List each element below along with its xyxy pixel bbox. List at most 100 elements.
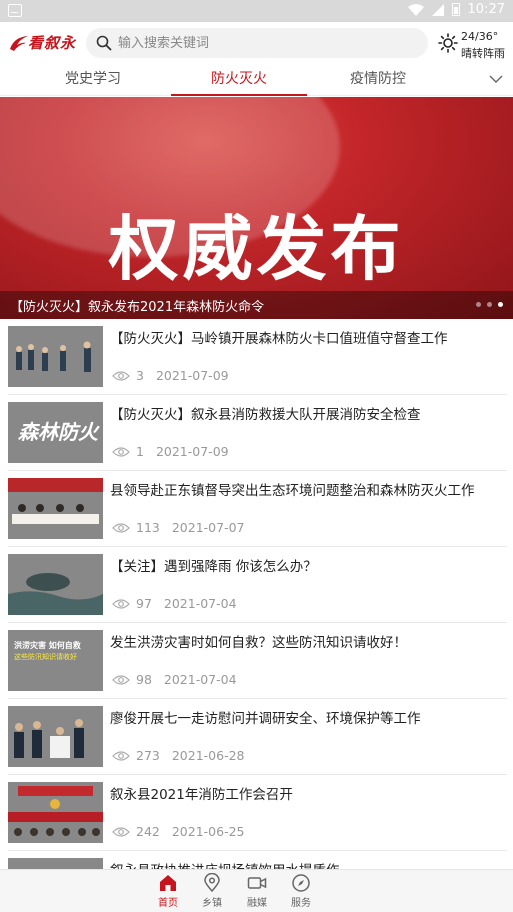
news-meta: 273 2021-06-28 <box>112 748 245 763</box>
logo-text: 看叙永 <box>28 34 77 52</box>
banner-headline: 权威发布 <box>108 208 405 290</box>
app-logo[interactable]: 看叙永 <box>8 30 80 56</box>
view-count: 98 <box>136 672 152 687</box>
news-item[interactable]: 洪涝灾害 如何自救 这些防汛知识请收好 发生洪涝灾害时如何自救？这些防汛知识请收… <box>0 623 513 699</box>
publish-date: 2021-07-09 <box>155 444 229 459</box>
weather-condition: 晴转阵雨 <box>461 47 505 60</box>
bottom-navigation: 首页 乡镇 融媒 服务 <box>0 869 513 912</box>
news-thumbnail <box>8 554 103 615</box>
battery-icon <box>451 3 460 16</box>
publish-date: 2021-07-07 <box>171 520 245 535</box>
news-item[interactable]: 叙永县政协推进庙坝场镇饮用水提质作 <box>0 851 513 869</box>
news-item[interactable]: 【防火灭火】马岭镇开展森林防火卡口值班值守督查工作 3 2021-07-09 <box>0 319 513 395</box>
news-item[interactable]: 叙永县2021年消防工作会召开 242 2021-06-25 <box>0 775 513 851</box>
view-count: 1 <box>136 444 144 459</box>
eye-icon <box>112 674 130 685</box>
news-title: 【防火灭火】叙永县消防救援大队开展消防安全检查 <box>110 407 421 423</box>
nav-label: 乡镇 <box>202 898 222 909</box>
view-count: 242 <box>136 824 160 839</box>
news-meta: 3 2021-07-09 <box>112 368 229 383</box>
conference-photo <box>8 786 103 836</box>
nav-services[interactable]: 服务 <box>281 873 321 909</box>
search-icon <box>96 35 112 51</box>
tab-fire-prevention[interactable]: 防火灭火 <box>171 64 307 96</box>
home-icon <box>160 875 176 891</box>
news-title: 【关注】遇到强降雨 你该怎么办？ <box>110 559 317 575</box>
tab-party-history[interactable]: 党史学习 <box>18 64 168 95</box>
news-title: 县领导赴正东镇督导突出生态环境问题整治和森林防灭火工作 <box>110 483 475 499</box>
news-title: 发生洪涝灾害时如何自救？这些防汛知识请收好！ <box>110 635 407 651</box>
thumbnail-subtext: 这些防汛知识请收好 <box>14 653 77 661</box>
eye-icon <box>112 446 130 457</box>
eye-icon <box>112 598 130 609</box>
news-meta: 1 2021-07-09 <box>112 444 229 459</box>
news-thumbnail <box>8 782 103 843</box>
visit-photo <box>14 719 84 758</box>
nav-label: 首页 <box>158 898 178 909</box>
thumbnail-text: 洪涝灾害 如何自救 <box>14 641 81 650</box>
news-thumbnail: 洪涝灾害 如何自救 这些防汛知识请收好 <box>8 630 103 691</box>
eye-icon <box>112 370 130 381</box>
view-count: 273 <box>136 748 160 763</box>
weather-temperature: 24/36° <box>461 30 499 43</box>
carousel-dot-active[interactable] <box>498 302 503 307</box>
weather-widget[interactable]: 24/36° 晴转阵雨 <box>438 29 510 60</box>
eye-icon <box>112 750 130 761</box>
video-camera-icon <box>247 877 267 889</box>
news-meta: 98 2021-07-04 <box>112 672 237 687</box>
flood-photo <box>8 573 103 615</box>
banner-caption-bar: 【防火灭火】叙永发布2021年森林防火命令 <box>0 291 513 319</box>
eye-icon <box>112 522 130 533</box>
carousel-indicator <box>476 302 503 307</box>
people-photo <box>16 341 91 372</box>
carousel-dot[interactable] <box>476 302 481 307</box>
publish-date: 2021-07-04 <box>163 596 237 611</box>
news-thumbnail <box>8 706 103 767</box>
news-meta: 242 2021-06-25 <box>112 824 245 839</box>
nav-label: 服务 <box>291 898 311 909</box>
publish-date: 2021-07-09 <box>155 368 229 383</box>
news-meta: 113 2021-07-07 <box>112 520 245 535</box>
news-title: 叙永县政协推进庙坝场镇饮用水提质作 <box>110 859 505 869</box>
news-item[interactable]: 县领导赴正东镇督导突出生态环境问题整治和森林防灭火工作 113 2021-07-… <box>0 471 513 547</box>
news-item[interactable]: 【关注】遇到强降雨 你该怎么办？ 97 2021-07-04 <box>0 547 513 623</box>
news-title: 叙永县2021年消防工作会召开 <box>110 787 293 803</box>
view-count: 113 <box>136 520 160 535</box>
location-pin-icon <box>204 873 220 893</box>
clock: 10:27 <box>467 2 505 17</box>
logo-mark-icon <box>10 36 28 51</box>
news-thumbnail <box>8 858 103 869</box>
eye-icon <box>112 826 130 837</box>
news-meta: 97 2021-07-04 <box>112 596 237 611</box>
carousel-banner[interactable]: 权威发布 【防火灭火】叙永发布2021年森林防火命令 <box>0 97 513 319</box>
view-count: 3 <box>136 368 144 383</box>
view-count: 97 <box>136 596 152 611</box>
status-bar: 10:27 <box>0 0 513 22</box>
news-item[interactable]: 廖俊开展七一走访慰问并调研安全、环境保护等工作 273 2021-06-28 <box>0 699 513 775</box>
nav-label: 融媒 <box>247 898 267 909</box>
publish-date: 2021-07-04 <box>163 672 237 687</box>
publish-date: 2021-06-25 <box>171 824 245 839</box>
news-title: 廖俊开展七一走访慰问并调研安全、环境保护等工作 <box>110 711 421 727</box>
meeting-photo <box>8 478 103 524</box>
news-list: 【防火灭火】马岭镇开展森林防火卡口值班值守督查工作 3 2021-07-09 森… <box>0 319 513 869</box>
search-input[interactable] <box>118 28 418 58</box>
notification-icon <box>8 4 22 17</box>
nav-home[interactable]: 首页 <box>148 873 188 909</box>
carousel-dot[interactable] <box>487 302 492 307</box>
thumbnail-text: 森林防火 <box>18 420 98 444</box>
compass-icon <box>292 874 310 892</box>
nav-towns[interactable]: 乡镇 <box>192 873 232 909</box>
signal-icon <box>431 3 444 16</box>
news-item[interactable]: 森林防火 【防火灭火】叙永县消防救援大队开展消防安全检查 1 2021-07-0… <box>0 395 513 471</box>
news-title: 【防火灭火】马岭镇开展森林防火卡口值班值守督查工作 <box>110 331 448 347</box>
publish-date: 2021-06-28 <box>171 748 245 763</box>
channel-tabs: 党史学习 防火灭火 疫情防控 <box>0 64 513 96</box>
tab-epidemic-control[interactable]: 疫情防控 <box>318 64 438 95</box>
news-thumbnail <box>8 478 103 539</box>
nav-media[interactable]: 融媒 <box>237 873 277 909</box>
chevron-down-icon[interactable] <box>487 70 505 88</box>
news-thumbnail <box>8 326 103 387</box>
sun-icon <box>438 33 458 53</box>
search-bar[interactable] <box>86 28 428 58</box>
